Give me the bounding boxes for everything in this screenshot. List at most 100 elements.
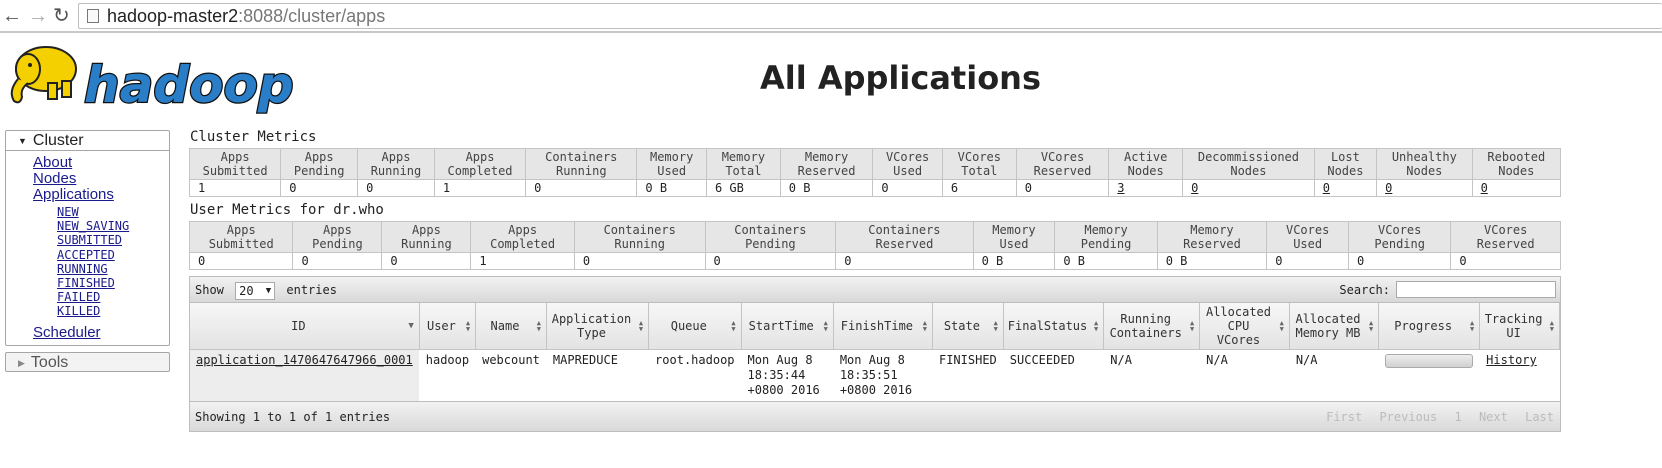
cluster-panel: ▼ Cluster About Nodes Applications NEW NE… <box>5 130 170 346</box>
cluster-metric-header: Apps Submitted <box>188 148 282 180</box>
entries-label: entries <box>286 283 337 297</box>
sidebar-link-submitted[interactable]: SUBMITTED <box>57 233 169 247</box>
cluster-metric-link[interactable]: 0 <box>1191 181 1198 195</box>
column-header[interactable]: Running Containers ▲ ▼ <box>1103 303 1201 350</box>
cluster-metric-cell: 0 B <box>779 179 874 197</box>
column-header[interactable]: FinalStatus ▲ ▼ <box>1003 303 1105 350</box>
cluster-metric-link[interactable]: 0 <box>1385 181 1392 195</box>
sidebar-link-applications[interactable]: Applications <box>33 187 169 203</box>
column-header[interactable]: ID ▼ <box>190 303 420 350</box>
column-header[interactable]: StartTime ▲ ▼ <box>741 303 834 350</box>
sidebar-link-about[interactable]: About <box>33 155 169 171</box>
cluster-metric-cell: 0 <box>357 179 435 197</box>
user-metric-cell: 0 <box>381 252 472 270</box>
cluster-metric-header: Apps Pending <box>280 148 359 180</box>
logo-text: hadoop <box>84 56 294 114</box>
sidebar-link-scheduler[interactable]: Scheduler <box>33 324 169 341</box>
sidebar-link-nodes[interactable]: Nodes <box>33 171 169 187</box>
column-header[interactable]: Queue ▲ ▼ <box>648 303 742 350</box>
sort-icon: ▲ ▼ <box>536 319 541 333</box>
cluster-metric-header: Rebooted Nodes <box>1471 148 1562 180</box>
page-size-select[interactable]: 20 ▼ <box>235 281 276 300</box>
user-metric-header: VCores Used <box>1266 221 1350 253</box>
table-cell-tracking: History <box>1479 349 1560 401</box>
column-header[interactable]: Name ▲ ▼ <box>475 303 547 350</box>
cluster-metric-header: Apps Running <box>357 148 435 180</box>
cluster-metric-cell: 0 <box>1015 179 1110 197</box>
user-metric-cell: 0 <box>1348 252 1452 270</box>
cluster-metric-link[interactable]: 0 <box>1323 181 1330 195</box>
sort-icon: ▲ ▼ <box>1549 319 1554 333</box>
cluster-panel-header[interactable]: ▼ Cluster <box>6 131 169 151</box>
pager-first-button[interactable]: First <box>1326 410 1362 424</box>
applications-footer: Showing 1 to 1 of 1 entries First Previo… <box>190 401 1560 431</box>
tools-panel-header[interactable]: ▶ Tools <box>5 351 170 372</box>
application-id-link[interactable]: application_1470647647966_0001 <box>196 353 413 367</box>
pager-next-button[interactable]: Next <box>1479 410 1508 424</box>
sort-icon: ▲ ▼ <box>993 319 998 333</box>
column-header-label: Queue <box>670 319 707 333</box>
column-header[interactable]: Allocated CPU VCores ▲ ▼ <box>1199 303 1290 350</box>
page-title: All Applications <box>760 59 1041 97</box>
triangle-right-icon: ▶ <box>18 357 25 368</box>
sidebar: ▼ Cluster About Nodes Applications NEW NE… <box>5 130 170 372</box>
dropdown-arrow-icon: ▼ <box>265 285 272 296</box>
cluster-metric-cell: 0 <box>1376 179 1473 197</box>
cluster-metric-link[interactable]: 3 <box>1117 181 1124 195</box>
sort-icon: ▲ ▼ <box>731 319 736 333</box>
sidebar-link-failed[interactable]: FAILED <box>57 290 169 304</box>
sidebar-link-accepted[interactable]: ACCEPTED <box>57 248 169 262</box>
column-header[interactable]: Allocated Memory MB ▲ ▼ <box>1289 303 1380 350</box>
column-header-label: Tracking UI <box>1484 312 1543 340</box>
sidebar-link-new[interactable]: NEW <box>57 205 169 219</box>
table-cell-start: Mon Aug 8 18:35:44 +0800 2016 <box>741 349 834 401</box>
user-metric-cell: 0 <box>704 252 837 270</box>
cluster-metric-cell: 0 <box>872 179 943 197</box>
column-header[interactable]: Progress ▲ ▼ <box>1378 303 1481 350</box>
cluster-metric-header: Apps Completed <box>433 148 527 180</box>
address-bar[interactable]: hadoop-master2:8088/cluster/apps <box>78 3 1662 29</box>
page-icon <box>87 9 99 23</box>
forward-arrow-icon[interactable]: → <box>28 4 48 28</box>
cluster-metric-header: Memory Used <box>636 148 707 180</box>
pager-page-1[interactable]: 1 <box>1454 410 1461 424</box>
reload-icon[interactable]: ↻ <box>53 4 70 28</box>
sidebar-link-running[interactable]: RUNNING <box>57 262 169 276</box>
pagination: First Previous 1 Next Last <box>1316 402 1554 432</box>
user-metric-cell: 0 B <box>1054 252 1158 270</box>
sidebar-link-killed[interactable]: KILLED <box>57 304 169 318</box>
sidebar-link-finished[interactable]: FINISHED <box>57 276 169 290</box>
pager-previous-button[interactable]: Previous <box>1379 410 1437 424</box>
cluster-metric-header: VCores Reserved <box>1015 148 1110 180</box>
column-header[interactable]: Application Type ▲ ▼ <box>546 303 650 350</box>
cluster-metric-cell: 0 <box>1471 179 1562 197</box>
cluster-metric-cell: 1 <box>188 179 282 197</box>
column-header[interactable]: User ▲ ▼ <box>419 303 477 350</box>
user-metric-header: Containers Reserved <box>835 221 974 253</box>
cluster-metric-header: Active Nodes <box>1108 148 1184 180</box>
sort-desc-icon: ▼ <box>408 321 414 331</box>
user-metric-header: Apps Completed <box>470 221 575 253</box>
user-metric-header: Memory Used <box>972 221 1056 253</box>
cluster-links: About Nodes Applications NEW NEW_SAVING … <box>6 151 169 345</box>
pager-last-button[interactable]: Last <box>1525 410 1554 424</box>
hadoop-logo: hadoop <box>10 46 295 115</box>
page-size-value: 20 <box>239 283 254 298</box>
column-header[interactable]: FinishTime ▲ ▼ <box>833 303 933 350</box>
cluster-metric-link[interactable]: 0 <box>1481 181 1488 195</box>
cluster-metric-header: VCores Used <box>872 148 943 180</box>
search-input[interactable] <box>1396 281 1556 298</box>
column-header-label: FinalStatus <box>1007 319 1088 333</box>
sort-icon: ▲ ▼ <box>1279 319 1284 333</box>
cluster-metric-cell: 0 B <box>636 179 707 197</box>
user-metric-cell: 0 <box>1450 252 1561 270</box>
cluster-metric-header: Memory Reserved <box>779 148 874 180</box>
sidebar-link-new-saving[interactable]: NEW_SAVING <box>57 219 169 233</box>
show-label: Show <box>195 283 224 297</box>
back-arrow-icon[interactable]: ← <box>2 4 22 28</box>
cluster-metric-header: VCores Total <box>941 148 1017 180</box>
user-metrics-table: Apps Submitted Apps Pending Apps Running Ap… <box>188 221 1561 270</box>
tracking-history-link[interactable]: History <box>1486 353 1537 367</box>
column-header[interactable]: State ▲ ▼ <box>932 303 1004 350</box>
column-header[interactable]: Tracking UI ▲ ▼ <box>1479 303 1560 350</box>
